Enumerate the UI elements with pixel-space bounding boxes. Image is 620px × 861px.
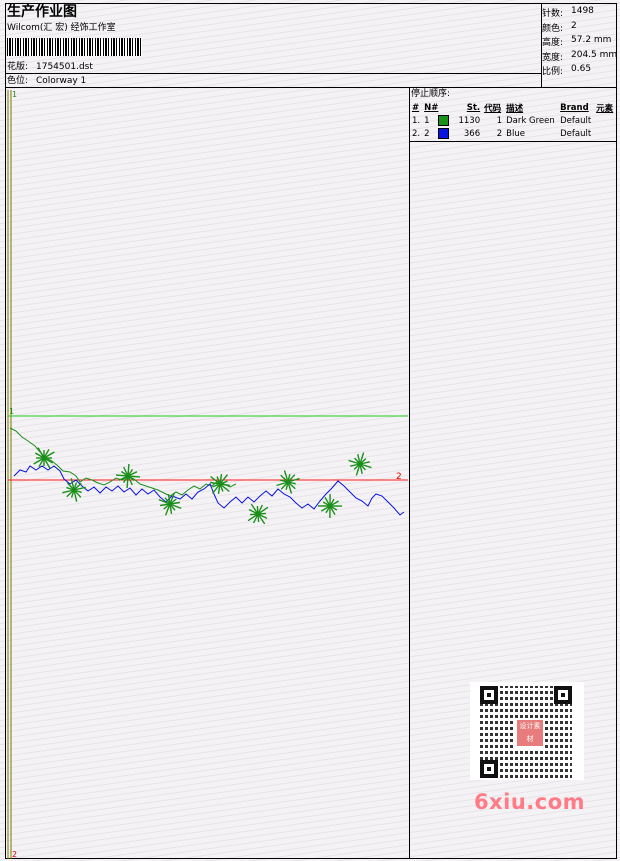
marker-top: 1	[12, 90, 17, 99]
marker-right: 2	[396, 472, 402, 482]
flower-motif	[33, 447, 55, 469]
flower-motif	[247, 503, 269, 525]
marker-bottom: 2	[12, 850, 17, 859]
flower-motif	[115, 463, 141, 489]
qr-watermark: 设计素材	[470, 682, 584, 780]
site-watermark: 6xiu.com	[474, 790, 586, 814]
qr-finder-tr	[554, 686, 572, 704]
flower-motif	[348, 452, 372, 476]
seal-logo: 设计素材	[515, 718, 545, 748]
qr-finder-tl	[480, 686, 498, 704]
flower-motifs	[33, 447, 372, 525]
flower-motif	[317, 493, 343, 519]
qr-finder-bl	[480, 760, 498, 778]
flower-petal	[127, 475, 141, 478]
marker-mid: 1	[9, 407, 14, 416]
